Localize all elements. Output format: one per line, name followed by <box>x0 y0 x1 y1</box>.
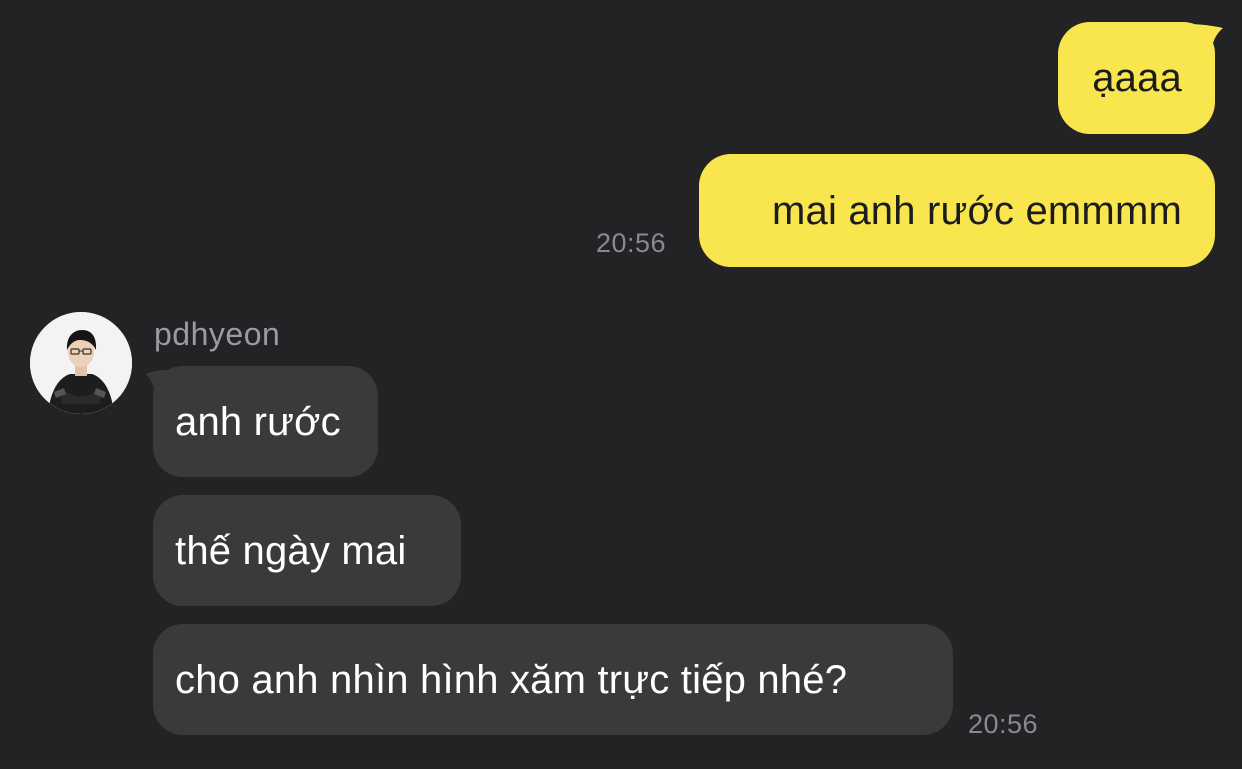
incoming-message[interactable]: thế ngày mai <box>153 495 461 606</box>
outgoing-message-text: mai anh rước emmmm <box>772 188 1182 233</box>
incoming-message-text: cho anh nhìn hình xăm trực tiếp nhé? <box>175 657 848 702</box>
incoming-message-text: anh rước <box>175 399 341 444</box>
incoming-timestamp: 20:56 <box>968 709 1039 739</box>
sender-avatar[interactable] <box>30 312 132 414</box>
outgoing-message-text: ạaaa <box>1092 56 1182 100</box>
outgoing-timestamp: 20:56 <box>596 228 667 258</box>
avatar-photo <box>30 312 132 414</box>
outgoing-message[interactable]: ạaaa <box>1058 22 1215 134</box>
incoming-message-text: thế ngày mai <box>175 528 407 573</box>
sender-name: pdhyeon <box>154 316 281 352</box>
incoming-message[interactable]: cho anh nhìn hình xăm trực tiếp nhé? <box>153 624 953 735</box>
incoming-message[interactable]: anh rước <box>153 366 378 477</box>
outgoing-message[interactable]: mai anh rước emmmm <box>699 154 1215 267</box>
